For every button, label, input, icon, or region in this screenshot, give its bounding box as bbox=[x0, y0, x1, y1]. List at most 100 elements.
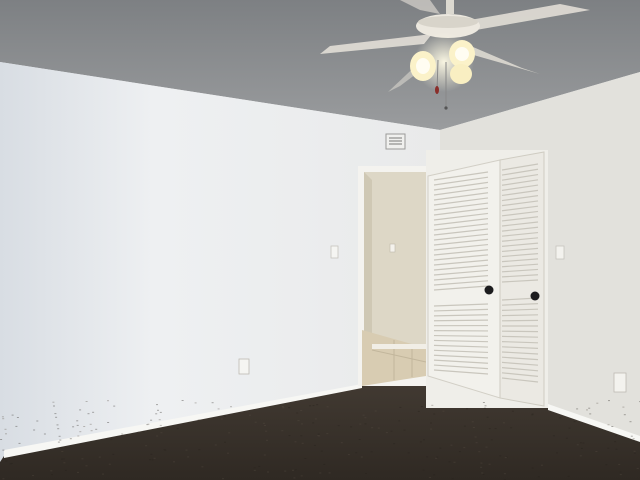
carpet-fleck bbox=[399, 406, 402, 408]
carpet-fleck bbox=[55, 416, 58, 418]
carpet-fleck bbox=[217, 408, 220, 410]
carpet-fleck bbox=[614, 435, 617, 437]
carpet-fleck bbox=[158, 419, 161, 421]
carpet-fleck bbox=[300, 435, 303, 437]
carpet-fleck bbox=[5, 433, 7, 435]
carpet-fleck bbox=[201, 466, 204, 468]
carpet-fleck bbox=[228, 432, 231, 434]
carpet-fleck bbox=[633, 450, 636, 452]
carpet-fleck bbox=[224, 415, 227, 417]
carpet-fleck bbox=[318, 435, 321, 437]
carpet-fleck bbox=[579, 455, 582, 457]
carpet-fleck bbox=[619, 471, 622, 473]
carpet-fleck bbox=[107, 422, 110, 423]
carpet-fleck bbox=[258, 465, 261, 467]
carpet-fleck bbox=[15, 425, 18, 427]
carpet-fleck bbox=[185, 449, 188, 451]
carpet-fleck bbox=[293, 477, 296, 479]
carpet-fleck bbox=[150, 419, 153, 421]
carpet-fleck bbox=[393, 443, 396, 445]
carpet-fleck bbox=[230, 406, 232, 408]
carpet-fleck bbox=[150, 453, 153, 455]
wall-outlet-left bbox=[238, 358, 250, 375]
carpet-fleck bbox=[227, 452, 229, 454]
carpet-fleck bbox=[494, 428, 497, 430]
louver-slat bbox=[433, 334, 489, 337]
hallway-outlet bbox=[389, 243, 396, 253]
carpet-fleck bbox=[340, 442, 343, 444]
carpet-fleck bbox=[463, 425, 466, 427]
carpet-fleck bbox=[113, 405, 116, 407]
carpet-fleck bbox=[503, 473, 506, 475]
carpet-fleck bbox=[300, 475, 303, 477]
carpet-fleck bbox=[211, 402, 214, 404]
carpet-fleck bbox=[450, 444, 453, 446]
carpet-fleck bbox=[146, 424, 149, 426]
carpet-fleck bbox=[355, 452, 358, 454]
carpet-fleck bbox=[511, 410, 514, 412]
carpet-fleck bbox=[107, 400, 109, 402]
carpet-fleck bbox=[326, 406, 329, 408]
carpet-fleck bbox=[364, 417, 367, 419]
carpet-fleck bbox=[300, 423, 303, 425]
carpet-fleck bbox=[9, 463, 12, 465]
carpet-fleck bbox=[181, 400, 184, 401]
carpet-fleck bbox=[436, 456, 439, 458]
carpet-fleck bbox=[151, 459, 154, 461]
carpet-fleck bbox=[453, 461, 456, 463]
carpet-fleck bbox=[430, 422, 432, 424]
carpet-fleck bbox=[58, 435, 61, 437]
carpet-fleck bbox=[422, 469, 425, 471]
carpet-fleck bbox=[458, 451, 461, 453]
carpet-fleck bbox=[159, 424, 162, 426]
carpet-fleck bbox=[43, 433, 46, 435]
carpet-fleck bbox=[510, 427, 513, 429]
carpet-fleck bbox=[347, 454, 350, 456]
carpet-fleck bbox=[253, 467, 256, 469]
carpet-fleck bbox=[466, 408, 468, 410]
carpet-fleck bbox=[531, 467, 534, 469]
carpet-fleck bbox=[633, 452, 636, 454]
carpet-fleck bbox=[605, 464, 608, 466]
carpet-fleck bbox=[265, 430, 268, 432]
carpet-fleck bbox=[579, 442, 582, 444]
carpet-fleck bbox=[433, 413, 436, 415]
carpet-fleck bbox=[266, 439, 268, 441]
carpet-fleck bbox=[69, 438, 72, 440]
carpet-fleck bbox=[482, 474, 485, 475]
carpet-fleck bbox=[18, 442, 21, 444]
carpet-fleck bbox=[173, 461, 175, 463]
carpet-fleck bbox=[619, 474, 622, 476]
carpet-fleck bbox=[478, 451, 481, 453]
carpet-fleck bbox=[568, 427, 571, 429]
carpet-fleck bbox=[420, 406, 423, 408]
carpet-fleck bbox=[2, 418, 5, 420]
carpet-fleck bbox=[81, 458, 84, 460]
carpet-fleck bbox=[63, 462, 66, 464]
carpet-fleck bbox=[5, 460, 8, 462]
carpet-fleck bbox=[137, 431, 140, 433]
carpet-fleck bbox=[556, 452, 558, 454]
carpet-fleck bbox=[582, 442, 585, 444]
carpet-fleck bbox=[576, 444, 579, 446]
carpet-fleck bbox=[2, 478, 5, 480]
carpet-fleck bbox=[79, 409, 82, 411]
carpet-fleck bbox=[480, 462, 483, 464]
carpet-fleck bbox=[294, 469, 297, 471]
carpet-fleck bbox=[264, 425, 266, 426]
carpet-fleck bbox=[337, 425, 340, 427]
carpet-fleck bbox=[220, 418, 223, 420]
carpet-fleck bbox=[362, 414, 365, 416]
carpet-fleck bbox=[360, 456, 363, 458]
carpet-fleck bbox=[358, 439, 361, 440]
carpet-fleck bbox=[57, 428, 60, 430]
carpet-fleck bbox=[51, 474, 53, 476]
carpet-fleck bbox=[595, 451, 598, 452]
carpet-fleck bbox=[398, 420, 401, 422]
carpet-fleck bbox=[253, 469, 256, 471]
carpet-fleck bbox=[64, 469, 67, 471]
carpet-fleck bbox=[176, 428, 179, 430]
carpet-fleck bbox=[502, 422, 505, 424]
carpet-fleck bbox=[267, 471, 269, 473]
carpet-fleck bbox=[33, 429, 36, 431]
